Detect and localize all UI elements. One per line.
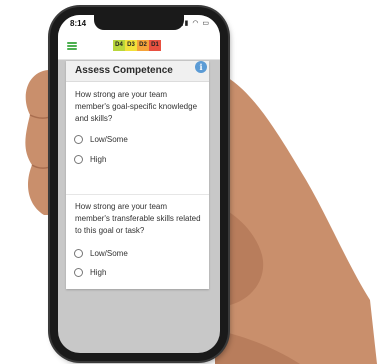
option-label: Low/Some <box>90 248 128 258</box>
option-label: High <box>90 154 107 164</box>
assess-competence-card: Assess Competence i How strong are your … <box>66 61 209 289</box>
question-2-option-high[interactable]: High <box>74 266 106 278</box>
level-badge-d1: D1 <box>149 40 161 51</box>
hamburger-menu-icon[interactable] <box>67 42 77 50</box>
question-divider <box>66 194 209 195</box>
question-2-text: How strong are your team member's transf… <box>75 202 201 235</box>
level-badge-d4: D4 <box>113 40 125 51</box>
option-label: Low/Some <box>90 134 128 144</box>
card-header: Assess Competence i <box>66 61 209 82</box>
level-badge-d2: D2 <box>137 40 149 51</box>
app-bar: D4 D3 D2 D1 <box>58 33 220 60</box>
level-badge-d3: D3 <box>125 40 137 51</box>
phone-screen: 8:14 ▮▮ ◠ ▭ D4 D3 D2 D1 Assess Competenc… <box>58 15 220 353</box>
option-label: High <box>90 267 107 277</box>
info-icon[interactable]: i <box>195 61 207 73</box>
development-level-badges: D4 D3 D2 D1 <box>113 40 161 51</box>
status-icons: ▮▮ ◠ ▭ <box>179 20 210 27</box>
radio-button[interactable] <box>74 134 83 144</box>
question-2-option-low-some[interactable]: Low/Some <box>74 247 128 259</box>
radio-button[interactable] <box>74 154 83 164</box>
phone-notch <box>94 15 184 30</box>
question-1-text: How strong are your team member's goal-s… <box>75 90 198 123</box>
radio-button[interactable] <box>74 248 83 258</box>
question-1-option-low-some[interactable]: Low/Some <box>74 133 128 145</box>
radio-button[interactable] <box>74 267 83 277</box>
card-title: Assess Competence <box>75 65 173 76</box>
question-1-option-high[interactable]: High <box>74 153 106 165</box>
status-time: 8:14 <box>70 19 87 28</box>
